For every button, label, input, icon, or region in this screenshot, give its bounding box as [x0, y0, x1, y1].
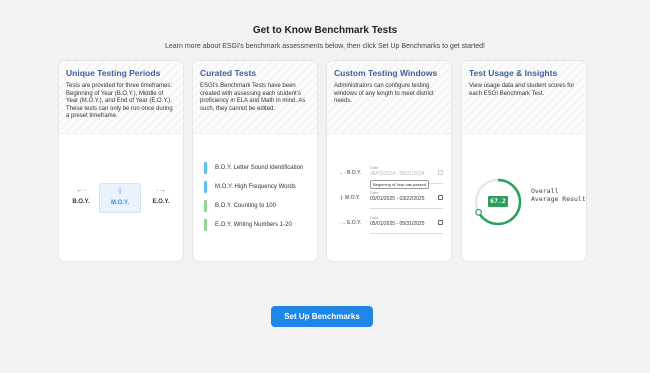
- card-unique-testing-periods: Unique Testing Periods Tests are provide…: [59, 61, 183, 261]
- card-title: Test Usage & Insights: [469, 68, 558, 78]
- card-header: Unique Testing Periods Tests are provide…: [59, 61, 183, 134]
- period-label: E.O.Y.: [152, 199, 170, 205]
- arrow-right-icon: ·→: [339, 220, 346, 226]
- card-test-usage-insights: Test Usage & Insights View usage data an…: [462, 61, 586, 261]
- list-item: E.O.Y. Writing Numbers 1-20: [204, 219, 303, 231]
- date-range-field-eoy[interactable]: Date 05/01/2025 - 05/31/2025: [370, 215, 443, 234]
- list-item: B.O.Y. Counting to 100: [204, 200, 303, 212]
- testing-windows: ←· B.O.Y. Date 06/01/2024 - 08/31/2024 B…: [339, 165, 447, 240]
- card-description: View usage data and student scores for e…: [469, 83, 575, 97]
- test-label: B.O.Y. Letter Sound Identification: [215, 165, 304, 171]
- midpoint-icon: ·|·: [339, 195, 344, 201]
- card-header: Custom Testing Windows Administrators ca…: [327, 61, 451, 134]
- test-label: E.O.Y. Writing Numbers 1-20: [215, 222, 292, 228]
- midpoint-icon: ·|·: [116, 188, 124, 195]
- card-header: Curated Tests ESGI's Benchmark Tests hav…: [193, 61, 317, 134]
- score-caption: Overall Average Result: [531, 187, 586, 204]
- card-custom-testing-windows: Custom Testing Windows Administrators ca…: [327, 61, 451, 261]
- period-moy[interactable]: ·|· M.O.Y.: [99, 183, 141, 213]
- arrow-left-icon: ←·: [339, 170, 346, 176]
- field-label: Date: [370, 215, 379, 220]
- test-color-bar: [204, 219, 207, 231]
- window-label: ·→ E.O.Y.: [339, 220, 362, 226]
- score-gauge: 67.2: [472, 176, 524, 228]
- tooltip: Beginning of Year has passed: [370, 180, 429, 189]
- list-item: B.O.Y. Letter Sound Identification: [204, 162, 303, 174]
- period-boy[interactable]: ←· B.O.Y.: [61, 183, 101, 213]
- test-label: M.O.Y. High Frequency Words: [215, 184, 296, 190]
- field-label: Date: [370, 165, 379, 170]
- test-list: B.O.Y. Letter Sound Identification M.O.Y…: [204, 162, 303, 238]
- card-title: Unique Testing Periods: [66, 68, 161, 78]
- window-row-eoy: ·→ E.O.Y. Date 05/01/2025 - 05/31/2025: [339, 215, 447, 240]
- period-eoy[interactable]: ·→ E.O.Y.: [141, 183, 181, 213]
- field-value: 06/01/2024 - 08/31/2024: [370, 171, 425, 177]
- window-label: ·|· M.O.Y.: [339, 195, 360, 201]
- card-title: Curated Tests: [200, 68, 257, 78]
- period-label: M.O.Y.: [110, 200, 129, 206]
- list-item: M.O.Y. High Frequency Words: [204, 181, 303, 193]
- field-label: Date: [370, 190, 379, 195]
- window-row-moy: ·|· M.O.Y. Date 03/01/2025 - 03/22/2025: [339, 190, 447, 215]
- window-row-boy: ←· B.O.Y. Date 06/01/2024 - 08/31/2024 B…: [339, 165, 447, 190]
- card-curated-tests: Curated Tests ESGI's Benchmark Tests hav…: [193, 61, 317, 261]
- page-title: Get to Know Benchmark Tests: [252, 25, 398, 36]
- card-description: Tests are provided for three timeframes:…: [66, 83, 173, 119]
- date-range-field-moy[interactable]: Date 03/01/2025 - 03/22/2025: [370, 190, 443, 209]
- period-selector: ←· B.O.Y. ·|· M.O.Y. ·→ E.O.Y.: [59, 183, 183, 213]
- arrow-left-icon: ←·: [76, 187, 86, 194]
- calendar-icon[interactable]: [438, 195, 443, 200]
- page-subtitle: Learn more about ESGI's benchmark assess…: [165, 43, 485, 50]
- window-label: ←· B.O.Y.: [339, 170, 362, 176]
- arrow-right-icon: ·→: [156, 187, 166, 194]
- test-color-bar: [204, 162, 207, 174]
- card-description: ESGI's Benchmark Tests have been created…: [200, 83, 306, 112]
- test-color-bar: [204, 200, 207, 212]
- field-value: 03/01/2025 - 03/22/2025: [370, 196, 425, 202]
- period-label: B.O.Y.: [72, 199, 90, 205]
- test-color-bar: [204, 181, 207, 193]
- calendar-icon[interactable]: [438, 220, 443, 225]
- test-label: B.O.Y. Counting to 100: [215, 203, 276, 209]
- card-header: Test Usage & Insights View usage data an…: [462, 61, 586, 134]
- card-description: Administrators can configure testing win…: [334, 83, 434, 104]
- set-up-benchmarks-button[interactable]: Set Up Benchmarks: [271, 306, 373, 327]
- card-title: Custom Testing Windows: [334, 68, 438, 78]
- field-value: 05/01/2025 - 05/31/2025: [370, 221, 425, 227]
- calendar-icon: [438, 170, 443, 175]
- gauge-knob: [475, 208, 482, 216]
- score-badge: 67.2: [488, 196, 508, 207]
